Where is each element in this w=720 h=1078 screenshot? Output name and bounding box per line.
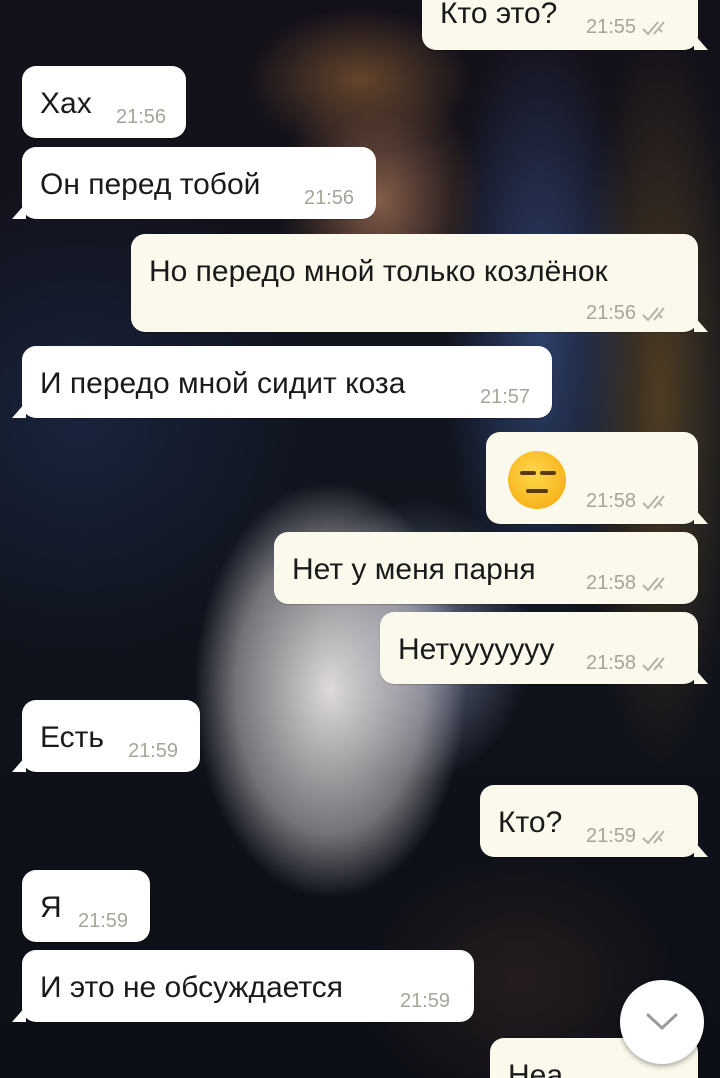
message-incoming[interactable]: Хах 21:56 xyxy=(22,66,186,138)
message-outgoing[interactable]: Нетууууууу 21:58 xyxy=(380,612,708,684)
message-text: Но передо мной только козлёнок xyxy=(149,255,608,288)
bubble-tail xyxy=(12,1006,26,1022)
message-outgoing[interactable]: Кто это? 21:55 xyxy=(422,0,708,50)
message-meta: 21:56 xyxy=(304,187,354,210)
message-outgoing[interactable]: Но передо мной только козлёнок 21:56 xyxy=(131,234,708,332)
message-text: И это не обсуждается xyxy=(40,971,344,1004)
bubble-tail xyxy=(694,668,708,684)
message-text: Неа xyxy=(508,1059,564,1078)
message-incoming[interactable]: Я 21:59 xyxy=(22,870,150,942)
message-text: Есть xyxy=(40,721,105,754)
double-check-icon xyxy=(642,20,665,35)
message-incoming[interactable]: И передо мной сидит коза 21:57 xyxy=(12,346,552,418)
bubble-tail xyxy=(694,34,708,50)
message-time: 21:56 xyxy=(116,106,167,128)
message-outgoing[interactable]: Кто? 21:59 xyxy=(480,785,708,857)
message-incoming[interactable]: Он перед тобой 21:56 xyxy=(12,147,376,219)
message-time: 21:58 xyxy=(586,652,637,674)
message-meta: 21:56 xyxy=(116,106,166,129)
message-meta: 21:58 xyxy=(586,490,674,513)
message-meta: 21:59 xyxy=(128,740,178,763)
message-text: И передо мной сидит коза xyxy=(40,367,406,400)
bubble-tail xyxy=(12,203,26,219)
message-meta: 21:59 xyxy=(400,990,450,1013)
bubble-tail xyxy=(694,316,708,332)
message-meta: 21:58 xyxy=(586,572,674,595)
message-meta: 21:59 xyxy=(78,910,128,933)
message-text: Кто это? xyxy=(440,0,558,30)
double-check-icon xyxy=(642,576,665,591)
double-check-icon xyxy=(642,306,665,321)
message-time: 21:59 xyxy=(78,910,129,932)
chevron-down-icon xyxy=(646,1013,678,1030)
bubble-tail xyxy=(694,841,708,857)
message-incoming[interactable]: И это не обсуждается 21:59 xyxy=(12,950,474,1022)
message-time: 21:59 xyxy=(128,740,179,762)
message-incoming[interactable]: Есть 21:59 xyxy=(12,700,200,772)
message-meta: 21:58 xyxy=(586,652,674,675)
message-time: 21:57 xyxy=(480,386,531,408)
message-meta: 21:57 xyxy=(480,386,530,409)
message-text: Хах xyxy=(40,87,92,120)
double-check-icon xyxy=(642,656,665,671)
expressionless-face-emoji xyxy=(508,451,566,509)
double-check-icon xyxy=(642,494,665,509)
scroll-to-bottom-button[interactable] xyxy=(620,980,704,1064)
message-text: Он перед тобой xyxy=(40,168,261,201)
message-time: 21:58 xyxy=(586,490,637,512)
bubble-tail xyxy=(694,508,708,524)
message-time: 21:59 xyxy=(586,825,637,847)
message-time: 21:59 xyxy=(400,990,451,1012)
message-outgoing[interactable]: 21:58 xyxy=(486,432,708,524)
message-outgoing[interactable]: Нет у меня парня 21:58 xyxy=(274,532,698,604)
message-time: 21:58 xyxy=(586,572,637,594)
message-text: Я xyxy=(40,891,62,924)
bubble-tail xyxy=(12,756,26,772)
message-time: 21:55 xyxy=(586,16,637,38)
bubble-tail xyxy=(12,402,26,418)
double-check-icon xyxy=(642,829,665,844)
message-text: Нет у меня парня xyxy=(292,553,536,586)
message-meta: 21:59 xyxy=(586,825,674,848)
message-text: Кто? xyxy=(498,806,563,839)
message-meta: 21:56 xyxy=(586,302,674,325)
message-text: Нетууууууу xyxy=(398,633,555,666)
message-time: 21:56 xyxy=(586,302,637,324)
message-time: 21:56 xyxy=(304,187,355,209)
message-meta: 21:55 xyxy=(586,16,674,39)
